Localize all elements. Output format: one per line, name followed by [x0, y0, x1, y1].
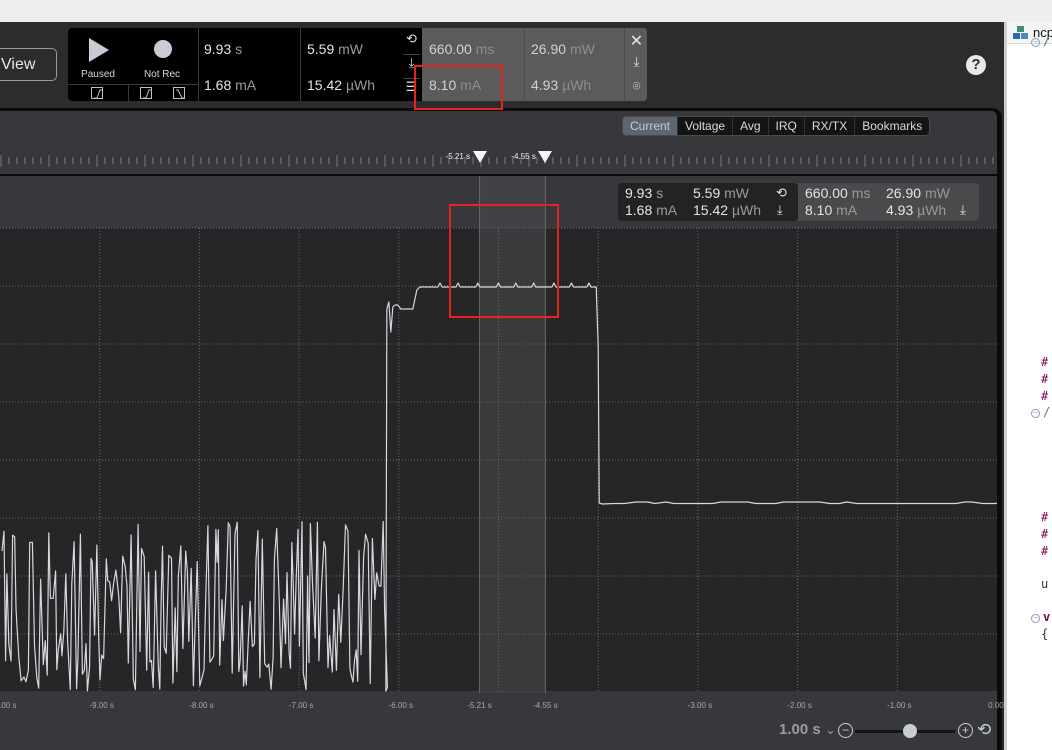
overlay-time: 9.93 s: [625, 185, 664, 201]
x-tick-label: -5.21 s: [467, 701, 492, 710]
x-tick-label: -2.00 s: [787, 701, 812, 710]
project-icon: [1013, 26, 1028, 39]
marker-label: -4.55 s: [511, 152, 536, 161]
annotation-highlight: [414, 65, 503, 110]
export-icon[interactable]: ⤓: [777, 202, 783, 218]
code-line: #: [1041, 527, 1049, 541]
chart-tabs: Current Voltage Avg IRQ RX/TX Bookmarks: [622, 116, 931, 136]
window-duration-select[interactable]: 1.00 s ⌄: [779, 721, 836, 738]
code-line: u: [1041, 577, 1049, 591]
selection-power-readout: 26.90 mW: [531, 41, 595, 57]
fold-toggle-icon[interactable]: −: [1031, 614, 1040, 623]
x-tick-label: -8.00 s: [189, 701, 214, 710]
code-line: v: [1043, 610, 1051, 624]
measurement-power-energy: 5.59 mW 15.42 µWh: [300, 28, 401, 101]
avg-power-readout: 5.59 mW: [307, 41, 364, 57]
plot-selection-overlay: 660.00 ms 8.10 mA 26.90 mW 4.93 µWh ⤓: [798, 183, 979, 221]
reset-icon[interactable]: ⟲: [403, 31, 420, 51]
code-editor-panel: ncp − / # # # − / # # # u − v{: [1004, 22, 1052, 750]
code-line: #: [1041, 355, 1049, 369]
record-status-label: Not Rec: [143, 69, 181, 80]
selection-energy-readout: 4.93 µWh: [531, 77, 592, 93]
zoom-slider-thumb[interactable]: [903, 724, 917, 738]
export-icon[interactable]: ⤓: [960, 202, 966, 218]
tab-rxtx[interactable]: RX/TX: [805, 117, 856, 135]
acquisition-controls: Paused Not Rec: [68, 28, 198, 102]
overlay-power: 5.59 mW: [693, 185, 750, 201]
code-line: #: [1041, 510, 1049, 524]
overlay-selection-duration: 660.00 ms: [805, 185, 871, 201]
x-tick-label: -7.00 s: [288, 701, 314, 710]
code-line: {: [1041, 627, 1049, 641]
zoom-out-icon[interactable]: −: [838, 723, 853, 738]
measurement-time-current: 9.93 s 1.68 mA: [198, 28, 300, 101]
avg-current-readout: 1.68 mA: [204, 77, 257, 93]
x-axis: -10.00 s -9.00 s -8.00 s -7.00 s -6.00 s -5.2…: [0, 693, 1010, 713]
zoom-slider[interactable]: [855, 724, 955, 738]
tab-bookmarks[interactable]: Bookmarks: [855, 117, 929, 135]
marker-handle[interactable]: [538, 151, 553, 163]
zoom-in-icon[interactable]: +: [958, 723, 973, 738]
x-tick-label: -6.00 s: [388, 701, 414, 710]
x-tick-label: -1.00 s: [887, 701, 912, 710]
time-ruler[interactable]: [0, 155, 997, 167]
x-tick-label: -4.55 s: [533, 701, 558, 710]
divider: [128, 85, 129, 102]
code-line: #: [1041, 389, 1049, 403]
overlay-current: 1.68 mA: [625, 202, 678, 218]
energy-readout: 15.42 µWh: [307, 77, 376, 93]
play-button[interactable]: Paused: [68, 28, 128, 84]
rising-edge-trigger-icon[interactable]: [91, 87, 103, 99]
selection-duration-readout: 660.00 ms: [429, 41, 495, 57]
overlay-selection-current: 8.10 mA: [805, 202, 858, 218]
code-line: /: [1043, 405, 1051, 419]
plot-measurement-overlay: 9.93 s 1.68 mA 5.59 mW 15.42 µWh ⟲ ⤓: [618, 183, 798, 221]
code-line: #: [1041, 544, 1049, 558]
rising-edge-trigger-icon[interactable]: [140, 87, 152, 99]
record-icon: [154, 40, 172, 58]
total-time-readout: 9.93 s: [204, 41, 243, 57]
marker-handle[interactable]: [472, 151, 487, 163]
x-tick-label: -9.00 s: [89, 701, 114, 710]
code-line: #: [1041, 372, 1049, 386]
fold-toggle-icon[interactable]: −: [1031, 38, 1040, 47]
close-icon[interactable]: ✕: [628, 31, 645, 51]
overlay-energy: 15.42 µWh: [693, 202, 762, 218]
annotation-highlight: [449, 204, 559, 318]
overlay-selection-energy: 4.93 µWh: [886, 202, 947, 218]
overlay-selection-power: 26.90 mW: [886, 185, 950, 201]
record-button[interactable]: Not Rec: [132, 28, 192, 84]
falling-edge-trigger-icon[interactable]: [173, 87, 185, 99]
trigger-row: [68, 84, 198, 102]
tab-current[interactable]: Current: [623, 117, 679, 135]
help-icon[interactable]: ?: [966, 55, 986, 75]
reset-icon[interactable]: ⟲: [776, 185, 787, 201]
x-tick-label: -3.00 s: [687, 701, 713, 710]
tab-avg[interactable]: Avg: [733, 117, 769, 135]
marker-label: -5.21 s: [445, 152, 471, 161]
chevron-down-icon: ⌄: [824, 722, 836, 737]
selection-actions: ✕ ⤓ ⌾: [624, 28, 647, 101]
zoom-controls: 1.00 s ⌄ − + ⟲: [775, 719, 1000, 741]
play-icon: [89, 38, 109, 62]
zoom-to-selection-icon[interactable]: ⌾: [628, 78, 645, 94]
view-button[interactable]: View: [0, 48, 57, 81]
fold-toggle-icon[interactable]: −: [1031, 409, 1040, 418]
tab-irq[interactable]: IRQ: [769, 117, 805, 135]
power-profiler-app: View Paused Not Rec 9.93 s 1.68 mA 5.59 …: [0, 22, 1010, 750]
tab-voltage[interactable]: Voltage: [678, 117, 734, 135]
reset-zoom-icon[interactable]: ⟲: [977, 720, 991, 740]
divider: [524, 28, 525, 101]
code-line: /: [1043, 34, 1051, 48]
export-icon[interactable]: ⤓: [628, 54, 645, 70]
x-tick-label: -10.00 s: [0, 701, 17, 710]
play-status-label: Paused: [81, 69, 115, 80]
